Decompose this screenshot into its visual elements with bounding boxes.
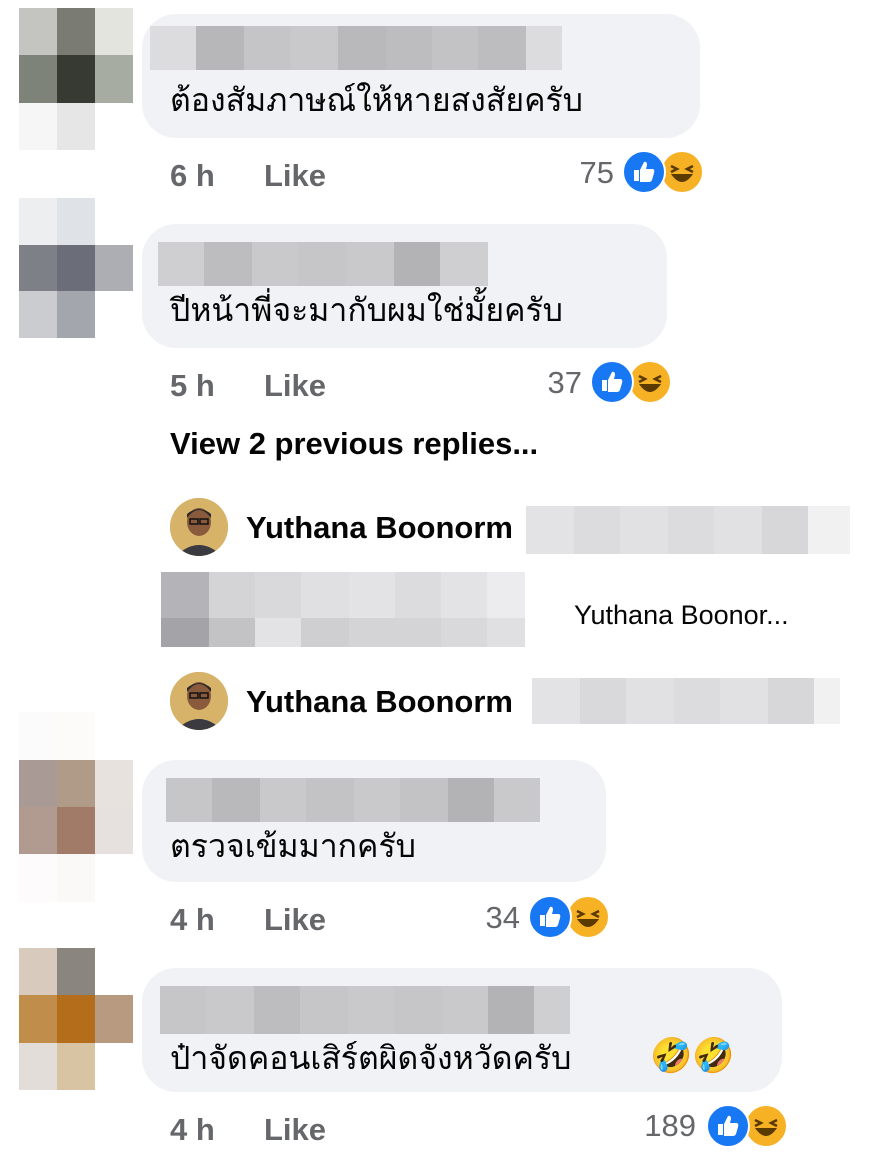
reply-text-blurred: [526, 506, 850, 554]
commenter-avatar-blurred[interactable]: [19, 198, 133, 338]
rofl-emoji-icon: 🤣🤣: [650, 1036, 735, 1076]
reaction-count[interactable]: 75: [534, 155, 614, 191]
reaction-count[interactable]: 189: [616, 1108, 696, 1144]
comment-time[interactable]: 6 h: [170, 158, 215, 194]
like-button[interactable]: Like: [264, 902, 326, 938]
reply-author-name[interactable]: Yuthana Boonorm: [246, 684, 513, 720]
reply-author-avatar[interactable]: [170, 498, 228, 556]
reply-author-name[interactable]: Yuthana Boonorm: [246, 510, 513, 546]
comment-time[interactable]: 5 h: [170, 368, 215, 404]
comment-time[interactable]: 4 h: [170, 902, 215, 938]
reaction-count[interactable]: 34: [440, 900, 520, 936]
view-previous-replies-link[interactable]: View 2 previous replies...: [170, 426, 538, 462]
reaction-count[interactable]: 37: [502, 365, 582, 401]
haha-reaction-icon: [660, 150, 704, 194]
like-reaction-icon: [706, 1104, 750, 1148]
reply-text-blurred: [532, 678, 840, 724]
reply-context-blurred: [161, 572, 525, 618]
commenter-name-blurred[interactable]: [158, 242, 488, 286]
like-reaction-icon: [622, 150, 666, 194]
comment-text: ตรวจเข้มมากครับ: [170, 827, 416, 865]
commenter-avatar-blurred[interactable]: [19, 712, 133, 902]
like-button[interactable]: Like: [264, 1112, 326, 1148]
like-button[interactable]: Like: [264, 158, 326, 194]
haha-reaction-icon: [566, 895, 610, 939]
haha-reaction-icon: [628, 360, 672, 404]
comment-text: ปีหน้าพี่จะมากับผมใช่มั้ยครับ: [170, 291, 563, 329]
like-reaction-icon: [590, 360, 634, 404]
like-reaction-icon: [528, 895, 572, 939]
like-button[interactable]: Like: [264, 368, 326, 404]
comment-time[interactable]: 4 h: [170, 1112, 215, 1148]
comment-text: ป๋าจัดคอนเสิร์ตผิดจังหวัดครับ: [170, 1039, 572, 1077]
haha-reaction-icon: [744, 1104, 788, 1148]
commenter-name-blurred[interactable]: [166, 778, 540, 822]
commenter-name-blurred[interactable]: [160, 986, 570, 1034]
commenter-avatar-blurred[interactable]: [19, 8, 133, 150]
comment-text: ต้องสัมภาษณ์ให้หายสงสัยครับ: [170, 81, 583, 119]
reply-preview-text: Yuthana Boonor...: [574, 600, 789, 630]
commenter-name-blurred[interactable]: [150, 26, 562, 70]
reply-context-blurred: [161, 618, 525, 647]
commenter-avatar-blurred[interactable]: [19, 948, 133, 1090]
reply-author-avatar[interactable]: [170, 672, 228, 730]
